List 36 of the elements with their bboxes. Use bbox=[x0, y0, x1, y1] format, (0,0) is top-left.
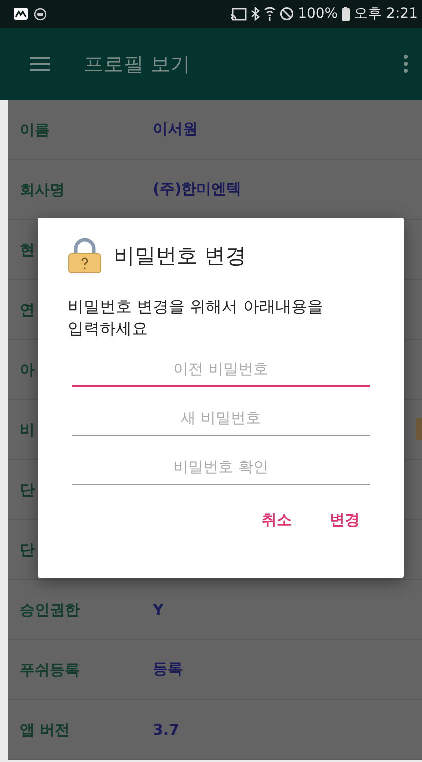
bluetooth-icon bbox=[251, 7, 260, 21]
field-label: 회사명 bbox=[20, 180, 65, 198]
field-label: 단 bbox=[20, 540, 35, 558]
password-field[interactable]: 비밀번호 확인 bbox=[72, 450, 370, 485]
field-value: Y bbox=[153, 600, 164, 618]
battery-percent: 100% bbox=[298, 6, 338, 22]
clock-time: 오후 2:21 bbox=[354, 5, 418, 23]
more-options-icon[interactable] bbox=[404, 55, 408, 73]
dialog-message: 비밀번호 변경을 위해서 아래내용을 입력하세요 bbox=[68, 296, 324, 340]
padlock-icon bbox=[68, 238, 102, 274]
battery-icon bbox=[342, 7, 350, 21]
field-label: 승인권한 bbox=[20, 600, 80, 618]
menu-icon[interactable] bbox=[30, 57, 50, 71]
app-logo-icon bbox=[14, 8, 28, 20]
dialog-button[interactable]: 취소 bbox=[252, 505, 302, 536]
password-field[interactable]: 이전 비밀번호 bbox=[72, 352, 370, 387]
wifi-icon bbox=[264, 7, 276, 21]
do-not-disturb-icon bbox=[280, 7, 294, 21]
field-label: 이름 bbox=[20, 120, 50, 138]
cast-icon bbox=[231, 8, 248, 20]
password-field[interactable]: 새 비밀번호 bbox=[72, 401, 370, 436]
field-label: 비 bbox=[20, 420, 35, 438]
field-label: 현 bbox=[20, 240, 35, 258]
screen-title: 프로필 보기 bbox=[84, 50, 192, 78]
field-value: (주)한미엔텍 bbox=[153, 180, 242, 199]
field-label: 단 bbox=[20, 480, 35, 498]
field-label: 연 bbox=[20, 300, 35, 318]
vr-badge-icon bbox=[34, 8, 47, 20]
field-value: 3.7 bbox=[153, 720, 180, 738]
field-label: 앱 버전 bbox=[20, 720, 70, 738]
field-value: 이서원 bbox=[153, 120, 198, 139]
dialog-title: 비밀번호 변경 bbox=[114, 243, 247, 270]
field-label: 푸쉬등록 bbox=[20, 660, 80, 678]
dialog-button[interactable]: 변경 bbox=[320, 505, 370, 536]
field-value: 등록 bbox=[153, 660, 183, 679]
field-label: 아 bbox=[20, 360, 35, 378]
